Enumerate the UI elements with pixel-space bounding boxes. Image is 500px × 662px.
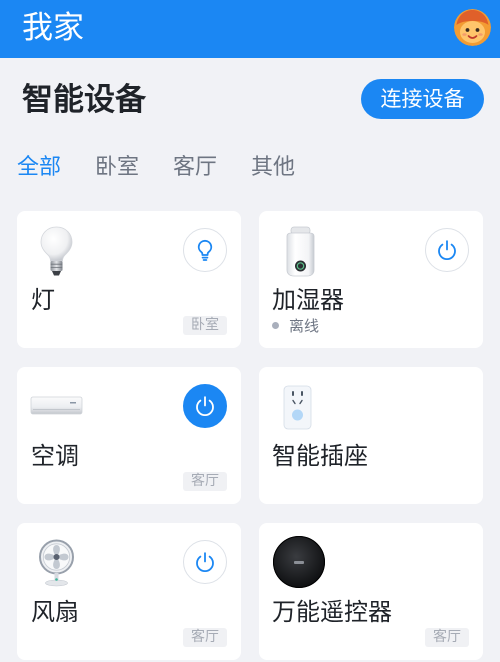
fan-power-button[interactable] <box>183 540 227 584</box>
air-conditioner-icon <box>30 396 83 415</box>
device-name: 空调 <box>31 442 79 470</box>
device-name: 加湿器 <box>272 286 344 314</box>
power-icon <box>438 240 456 261</box>
device-card-universal-remote[interactable]: 万能遥控器 客厅 <box>259 523 483 660</box>
air-conditioner-power-button[interactable] <box>183 384 227 428</box>
universal-remote-icon <box>273 536 325 588</box>
status-indicator: 离线 <box>272 316 392 336</box>
status-text: 离线 <box>289 317 320 335</box>
connect-device-button[interactable]: 连接设备 <box>361 79 484 119</box>
power-icon <box>196 396 214 417</box>
device-name: 智能插座 <box>272 442 368 470</box>
tab-other[interactable]: 其他 <box>251 152 295 184</box>
humidifier-icon <box>286 226 315 277</box>
device-card-smart-plug[interactable]: 智能插座 <box>259 367 483 504</box>
light-toggle-button[interactable] <box>183 228 227 272</box>
room-tabs: 全部 卧室 客厅 其他 <box>17 152 295 184</box>
room-tag: 客厅 <box>183 472 227 491</box>
smart-plug-icon <box>283 385 312 430</box>
power-icon <box>196 552 214 573</box>
tab-bedroom[interactable]: 卧室 <box>95 152 139 184</box>
section-title: 智能设备 <box>22 82 146 118</box>
app-screen: 我家 智能设备 连接设备 全部 卧室 客厅 其他 灯 卧室 加湿器 离线 空调 … <box>0 0 500 662</box>
fan-icon <box>39 539 74 587</box>
device-card-fan[interactable]: 风扇 客厅 <box>17 523 241 660</box>
room-tag: 客厅 <box>183 628 227 647</box>
tab-all[interactable]: 全部 <box>17 152 61 184</box>
device-card-humidifier[interactable]: 加湿器 离线 <box>259 211 483 348</box>
device-name: 灯 <box>31 286 55 314</box>
offline-dot <box>272 322 279 329</box>
room-tag: 卧室 <box>183 316 227 335</box>
device-name: 万能遥控器 <box>272 598 392 626</box>
avatar[interactable] <box>454 9 491 46</box>
device-name: 风扇 <box>31 598 79 626</box>
humidifier-power-button[interactable] <box>425 228 469 272</box>
room-tag: 客厅 <box>425 628 469 647</box>
tab-living-room[interactable]: 客厅 <box>173 152 217 184</box>
device-card-light[interactable]: 灯 卧室 <box>17 211 241 348</box>
top-bar: 我家 <box>0 0 500 58</box>
light-bulb-icon <box>40 226 73 276</box>
cartoon-avatar-icon <box>454 9 491 46</box>
bulb-icon <box>197 239 213 261</box>
device-card-air-conditioner[interactable]: 空调 客厅 <box>17 367 241 504</box>
home-title: 我家 <box>22 10 84 46</box>
